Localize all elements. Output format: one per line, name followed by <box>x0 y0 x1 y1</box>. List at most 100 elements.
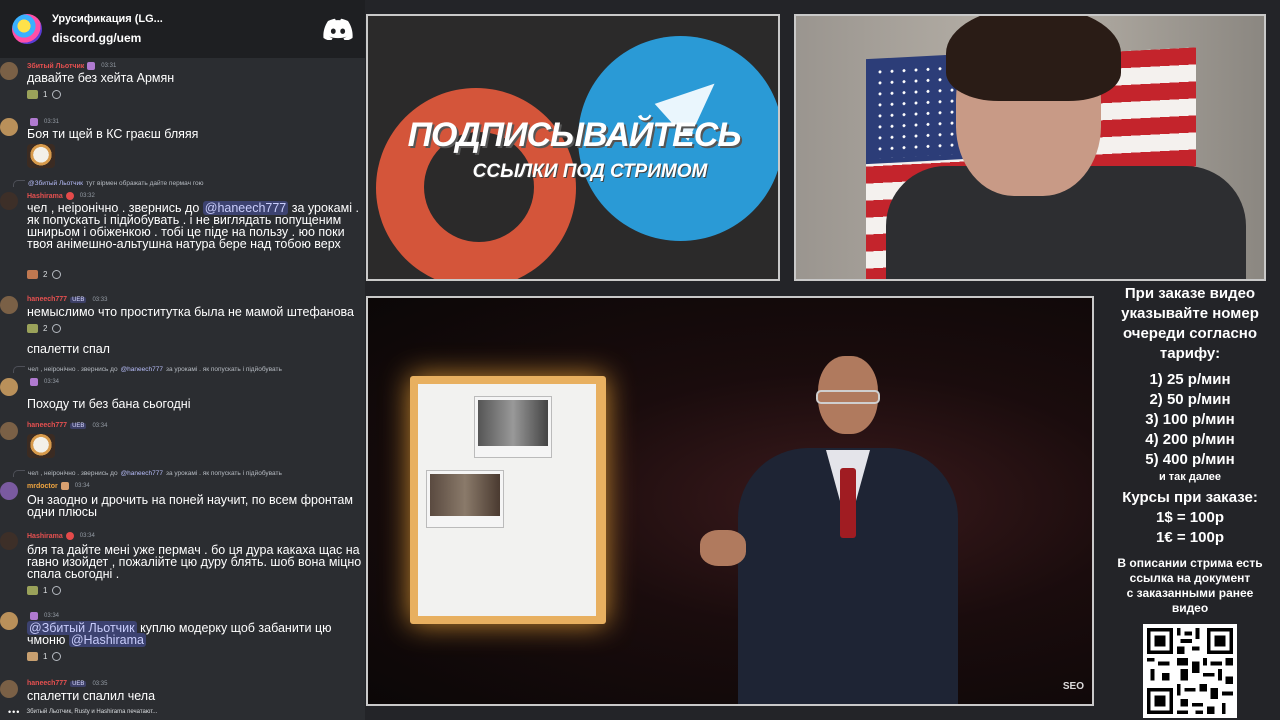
message-time: 03:34 <box>74 483 90 489</box>
author-name[interactable]: haneech777 <box>27 680 67 687</box>
add-reaction-icon[interactable] <box>52 89 62 99</box>
avatar[interactable] <box>0 680 18 698</box>
message-time: 03:35 <box>92 680 108 687</box>
reply-mention[interactable]: @haneech777 <box>121 470 163 477</box>
message-time: 03:31 <box>44 119 60 125</box>
stream-layout: Урусификация (LG... discord.gg/uem Збиты… <box>0 0 1280 720</box>
discord-logo-icon[interactable] <box>323 18 353 40</box>
message-text: немыслимо что проститутка была не мамой … <box>27 305 354 319</box>
message-time: 03:31 <box>101 63 117 69</box>
rates-block: Курсы при заказе: 1$ = 100р 1€ = 100р <box>1100 488 1280 548</box>
message-time: 03:34 <box>44 613 60 619</box>
avatar[interactable] <box>0 118 18 136</box>
message-header: Hashirama 03:32 <box>27 192 95 200</box>
message-time: 03:34 <box>92 422 108 429</box>
reply-text-tail: за урокамі . як попускать і підйобувать <box>165 470 282 477</box>
message-header: haneech777 UEB 03:33 <box>27 296 107 303</box>
reply-preview[interactable]: @Збитый Льотчик тут вірмен ображать дайт… <box>13 180 204 187</box>
typing-text: Збитый Льотчик, Rusty и Hashirama печата… <box>26 709 158 715</box>
message-header: Hashirama 03:34 <box>27 532 95 540</box>
avatar[interactable] <box>0 378 18 396</box>
reaction-bar: 2 <box>27 267 62 281</box>
server-invite-link[interactable]: discord.gg/uem <box>52 30 323 46</box>
add-reaction-icon[interactable] <box>52 585 62 595</box>
add-reaction-icon[interactable] <box>52 651 62 661</box>
price-item: 3) 100 р/мин <box>1145 411 1235 428</box>
message-header: haneech777 UEB 03:35 <box>27 680 107 687</box>
description-block: В описании стрима есть ссылка на докумен… <box>1100 556 1280 616</box>
reaction-count: 2 <box>43 323 48 333</box>
reply-mention[interactable]: @Збитый Льотчик <box>28 180 83 187</box>
add-reaction-icon[interactable] <box>52 323 62 333</box>
typing-indicator: ••• Збитый Льотчик, Rusty и Hashirama пе… <box>0 704 365 720</box>
author-name[interactable]: haneech777 <box>27 296 67 303</box>
avatar[interactable] <box>0 422 18 440</box>
chat-header: Урусификация (LG... discord.gg/uem <box>0 0 365 58</box>
author-name[interactable]: Збитый Льотчик <box>27 63 84 70</box>
author-name[interactable]: haneech777 <box>27 422 67 429</box>
avatar[interactable] <box>0 532 18 550</box>
heading-line: тарифу: <box>1159 345 1221 362</box>
avatar[interactable] <box>0 62 18 80</box>
reply-text: чел , неіронічно . звернись до <box>28 366 118 373</box>
channel-watermark: SEO <box>1062 681 1084 692</box>
message-text: бля та дайте мені уже пермач . бо ця дур… <box>27 543 362 581</box>
add-reaction-icon[interactable] <box>52 269 62 279</box>
role-badge-icon <box>30 118 38 126</box>
reaction-emoji-icon[interactable] <box>27 585 38 595</box>
promo-banner: ПОДПИСЫВАЙТЕСЬ ССЫЛКИ ПОД СТРИМОМ <box>366 14 780 281</box>
streamer-hair <box>946 16 1121 101</box>
reply-curve-icon <box>13 470 25 477</box>
qr-code-icon[interactable] <box>1143 624 1237 718</box>
price-item: 2) 50 р/мин <box>1149 391 1231 408</box>
message-header: mrdoctor 03:34 <box>27 482 90 490</box>
reply-curve-icon <box>13 366 25 373</box>
presenter-glasses <box>816 390 880 404</box>
avatar[interactable] <box>0 482 18 500</box>
order-heading: При заказе видео указывайте номер очеред… <box>1100 284 1280 364</box>
author-name[interactable]: mrdoctor <box>27 483 58 490</box>
promo-title: ПОДПИСЫВАЙТЕСЬ <box>407 116 742 154</box>
reply-preview[interactable]: чел , неіронічно . звернись до @haneech7… <box>13 366 282 373</box>
rate-item: 1$ = 100р <box>1156 509 1224 526</box>
avatar[interactable] <box>0 296 18 314</box>
message-time: 03:32 <box>79 193 95 199</box>
author-name[interactable]: Hashirama <box>27 533 63 540</box>
reaction-count: 1 <box>43 89 48 99</box>
server-tag: UEB <box>70 296 87 303</box>
avatar[interactable] <box>0 192 18 210</box>
server-tag: UEB <box>70 680 87 687</box>
description-line: ссылка на документ <box>1129 571 1251 585</box>
discord-chat-panel: Урусификация (LG... discord.gg/uem Збиты… <box>0 0 365 720</box>
rate-item: 1€ = 100р <box>1156 529 1224 546</box>
avatar[interactable] <box>0 612 18 630</box>
photo-image <box>430 474 500 516</box>
order-info-panel: При заказе видео указывайте номер очеред… <box>1100 282 1280 720</box>
reply-preview[interactable]: чел , неіронічно . звернись до @haneech7… <box>13 470 282 477</box>
message-header: 03:34 <box>27 378 59 386</box>
reaction-count: 1 <box>43 585 48 595</box>
server-info: Урусификация (LG... discord.gg/uem <box>52 12 323 46</box>
rates-title: Курсы при заказе: <box>1122 489 1258 506</box>
message-text: Походу ти без бана сьогодні <box>27 397 191 411</box>
main-video-player[interactable]: SEO <box>366 296 1094 706</box>
sticker-image <box>27 434 55 458</box>
server-tag: UEB <box>70 422 87 429</box>
price-etc: и так далее <box>1158 471 1222 483</box>
price-item: 1) 25 р/мин <box>1149 371 1231 388</box>
reaction-emoji-icon[interactable] <box>27 323 38 333</box>
user-mention[interactable]: @Hashirama <box>68 633 146 647</box>
reaction-emoji-icon[interactable] <box>27 651 38 661</box>
reply-text: тут вірмен ображать дайте пермач гою <box>85 180 204 187</box>
message-list[interactable]: Збитый Льотчик 03:31 давайте без хейта А… <box>0 58 365 704</box>
description-line: В описании стрима есть <box>1117 556 1263 570</box>
reaction-emoji-icon[interactable] <box>27 269 38 279</box>
server-icon[interactable] <box>12 14 42 44</box>
reaction-bar: 1 <box>27 87 62 101</box>
reply-mention[interactable]: @haneech777 <box>121 366 163 373</box>
description-line: с заказанными ранее <box>1126 586 1254 600</box>
reaction-emoji-icon[interactable] <box>27 89 38 99</box>
role-badge-icon <box>87 62 96 70</box>
author-name[interactable]: Hashirama <box>27 193 63 200</box>
message-text: спалетти спал <box>27 342 110 356</box>
